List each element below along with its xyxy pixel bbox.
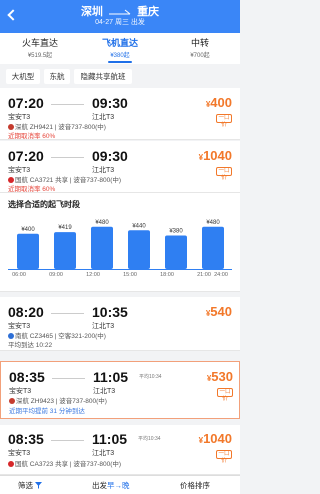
route-line <box>51 157 84 158</box>
flight-price: ¥400 <box>205 95 232 110</box>
dep-time: 08:20 <box>8 304 44 320</box>
flight-card[interactable]: 08:35 11:05 平均10:34 宝安T3 江北T3 ¥1040 一口价 … <box>0 425 240 475</box>
nav-header: 深圳 重庆 04-27 周三 出发 <box>0 0 240 33</box>
chart-bar[interactable] <box>54 232 76 269</box>
tab-label: 中转 <box>190 38 209 48</box>
chart-bar[interactable] <box>165 235 187 269</box>
chart-bar[interactable] <box>17 233 39 269</box>
filter-icon <box>35 482 43 489</box>
tick-label: 06:00 <box>12 272 26 278</box>
tab-price: ¥380起 <box>110 53 130 59</box>
time-sort-accent: 早→晚 <box>107 481 130 490</box>
tab-transfer[interactable]: 中转 ¥700起 <box>160 36 240 59</box>
avg-arrival-label: 平均10:34 <box>139 374 162 380</box>
bar-price-label: ¥380 <box>169 229 183 235</box>
filter-label: 筛选 <box>18 481 33 490</box>
fare-badge: 一口价 <box>216 450 232 464</box>
dep-time: 08:35 <box>8 431 44 447</box>
tab-label: 火车直达 <box>21 38 58 48</box>
tick-label: 18:00 <box>160 272 174 278</box>
punctuality-note: 近期取消率 60% <box>8 133 56 140</box>
arr-time: 11:05 <box>93 369 129 385</box>
tick-label: 15:00 <box>123 272 137 278</box>
flight-price: ¥1040 <box>198 148 232 163</box>
punctuality-note: 近期平均提前 31 分钟到达 <box>9 408 85 415</box>
bar-price-label: ¥480 <box>95 220 109 226</box>
tick-label: 09:00 <box>49 272 63 278</box>
tick-label: 12:00 <box>86 272 100 278</box>
chart-bar[interactable] <box>202 226 224 269</box>
time-sort-prefix: 出发 <box>92 481 107 490</box>
bottom-toolbar: 筛选 出发早→晚 价格排序 <box>0 475 240 494</box>
flight-price: ¥530 <box>206 369 233 384</box>
arr-time: 10:35 <box>92 304 128 320</box>
shenzhen-airlines-logo-icon <box>9 398 15 404</box>
transport-tabs: 火车直达 ¥519.5起 飞机直达 ¥380起 中转 ¥700起 <box>0 33 240 64</box>
arr-airport: 江北T3 <box>92 450 115 457</box>
flight-info: 国航 CA3723 共享 | 波音737-800(中) <box>8 458 121 468</box>
dep-time: 08:35 <box>9 369 45 385</box>
tick-label: 24:00 <box>214 272 228 278</box>
dep-airport: 宝安T3 <box>8 450 31 457</box>
route-arrow-icon <box>109 9 131 15</box>
date-subtitle: 04-27 周三 出发 <box>95 19 145 26</box>
avg-arrival-label: 平均10:34 <box>138 436 161 442</box>
fare-badge: 一口价 <box>216 114 232 128</box>
avg-arrival-note: 平均到达 10:22 <box>8 342 53 349</box>
fare-badge: 一口价 <box>216 167 232 181</box>
dep-time: 07:20 <box>8 95 44 111</box>
chip-hide-shared[interactable]: 隐藏共享航班 <box>74 69 132 84</box>
departure-time-chart: 选择合适的起飞时段 ¥400 ¥419 ¥480 ¥440 ¥380 ¥480 06:00… <box>0 193 240 292</box>
tab-train[interactable]: 火车直达 ¥519.5起 <box>0 36 80 59</box>
flight-card[interactable]: 07:20 09:30 宝安T3 江北T3 ¥1040 一口价 国航 CA372… <box>0 141 240 193</box>
bar-price-label: ¥440 <box>132 223 146 229</box>
filter-chips: 大机型 东航 隐藏共享航班 <box>0 64 240 88</box>
route-line <box>51 104 84 105</box>
bar-price-label: ¥419 <box>58 225 72 231</box>
air-china-logo-icon <box>8 461 14 467</box>
arr-time: 09:30 <box>92 148 128 164</box>
chart-bar[interactable] <box>91 226 113 269</box>
chip-eastern[interactable]: 东航 <box>44 69 70 84</box>
arr-time: 11:05 <box>92 431 128 447</box>
active-tab-indicator <box>108 61 132 63</box>
arr-time: 09:30 <box>92 95 128 111</box>
tab-price: ¥519.5起 <box>27 53 53 59</box>
route-line <box>51 440 84 441</box>
tab-flight[interactable]: 飞机直达 ¥380起 <box>80 36 160 59</box>
route-line <box>52 378 85 379</box>
flight-card[interactable]: 08:20 10:35 宝安T3 江北T3 ¥540 南航 CZ3465 | 空… <box>0 297 240 351</box>
bar-price-label: ¥400 <box>21 227 35 233</box>
price-sort-button[interactable]: 价格排序 <box>180 480 210 491</box>
flight-card-highlighted[interactable]: 08:35 11:05 平均10:34 宝安T3 江北T3 ¥530 一口价 深… <box>0 361 240 419</box>
chart-bar[interactable] <box>128 230 150 269</box>
flight-price: ¥1040 <box>198 431 232 446</box>
route-line <box>51 313 84 314</box>
chip-large-aircraft[interactable]: 大机型 <box>6 69 40 84</box>
chart-axis <box>8 269 232 270</box>
punctuality-note: 近期取消率 60% <box>8 186 56 193</box>
tab-price: ¥700起 <box>190 53 210 59</box>
tab-label: 飞机直达 <box>101 38 138 48</box>
dep-time: 07:20 <box>8 148 44 164</box>
bar-price-label: ¥480 <box>206 220 220 226</box>
departure-sort-button[interactable]: 出发早→晚 <box>92 480 130 491</box>
fare-badge: 一口价 <box>217 388 233 402</box>
flight-price: ¥540 <box>205 304 232 319</box>
filter-button[interactable]: 筛选 <box>18 480 43 491</box>
flight-info: 深航 ZH9423 | 波音737-800(中) <box>9 395 107 405</box>
flight-card[interactable]: 07:20 09:30 宝安T3 江北T3 ¥400 一口价 深航 ZH9421… <box>0 88 240 140</box>
